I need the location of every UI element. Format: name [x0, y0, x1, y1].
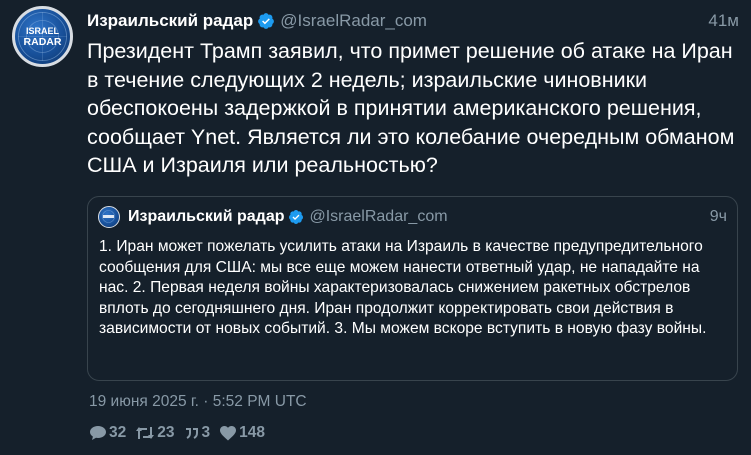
comment-icon [90, 426, 106, 440]
quoted-tweet-header: Израильский радар @IsraelRadar_com 9ч [128, 206, 727, 228]
verified-badge-icon [288, 209, 304, 225]
author-avatar[interactable]: ISRAEL RADAR [12, 6, 73, 67]
tweet-timestamp[interactable]: 41м [708, 11, 739, 31]
retweet-button[interactable]: 23 [135, 424, 175, 442]
heart-icon [220, 426, 237, 441]
author-display-name[interactable]: Израильский радар [87, 11, 253, 31]
quote-icon [185, 428, 198, 439]
quoted-author-handle: @IsraelRadar_com [309, 208, 448, 225]
avatar-text-radar: RADAR [24, 36, 62, 48]
retweet-icon [136, 427, 155, 439]
reply-button[interactable]: 32 [89, 424, 126, 442]
quote-count: 3 [201, 424, 211, 441]
verified-badge-icon [257, 12, 275, 30]
tweet-actions: 32 23 3 148 [89, 424, 274, 442]
quoted-author-display-name: Израильский радар [128, 208, 285, 225]
tweet-date[interactable]: 19 июня 2025 г. · 5:52 PM UTC [89, 393, 307, 411]
avatar-text-israel: ISRAEL [26, 26, 60, 36]
quoted-author-avatar [98, 206, 120, 228]
like-count: 148 [239, 424, 265, 441]
avatar-logo-icon: ISRAEL RADAR [18, 12, 67, 61]
like-button[interactable]: 148 [219, 424, 265, 442]
author-handle[interactable]: @IsraelRadar_com [280, 11, 427, 31]
quoted-tweet[interactable]: Израильский радар @IsraelRadar_com 9ч 1.… [87, 196, 738, 381]
tweet-header: Израильский радар @IsraelRadar_com 41м [87, 10, 739, 32]
tweet-text: Президент Трамп заявил, что примет решен… [87, 39, 735, 177]
reply-count: 32 [109, 424, 127, 441]
quote-button[interactable]: 3 [184, 424, 211, 442]
tweet: ISRAEL RADAR Израильский радар @IsraelRa… [0, 0, 751, 455]
retweet-count: 23 [157, 424, 175, 441]
quoted-tweet-text: 1. Иран может пожелать усилить атаки на … [99, 238, 707, 337]
quoted-tweet-timestamp: 9ч [709, 208, 727, 225]
